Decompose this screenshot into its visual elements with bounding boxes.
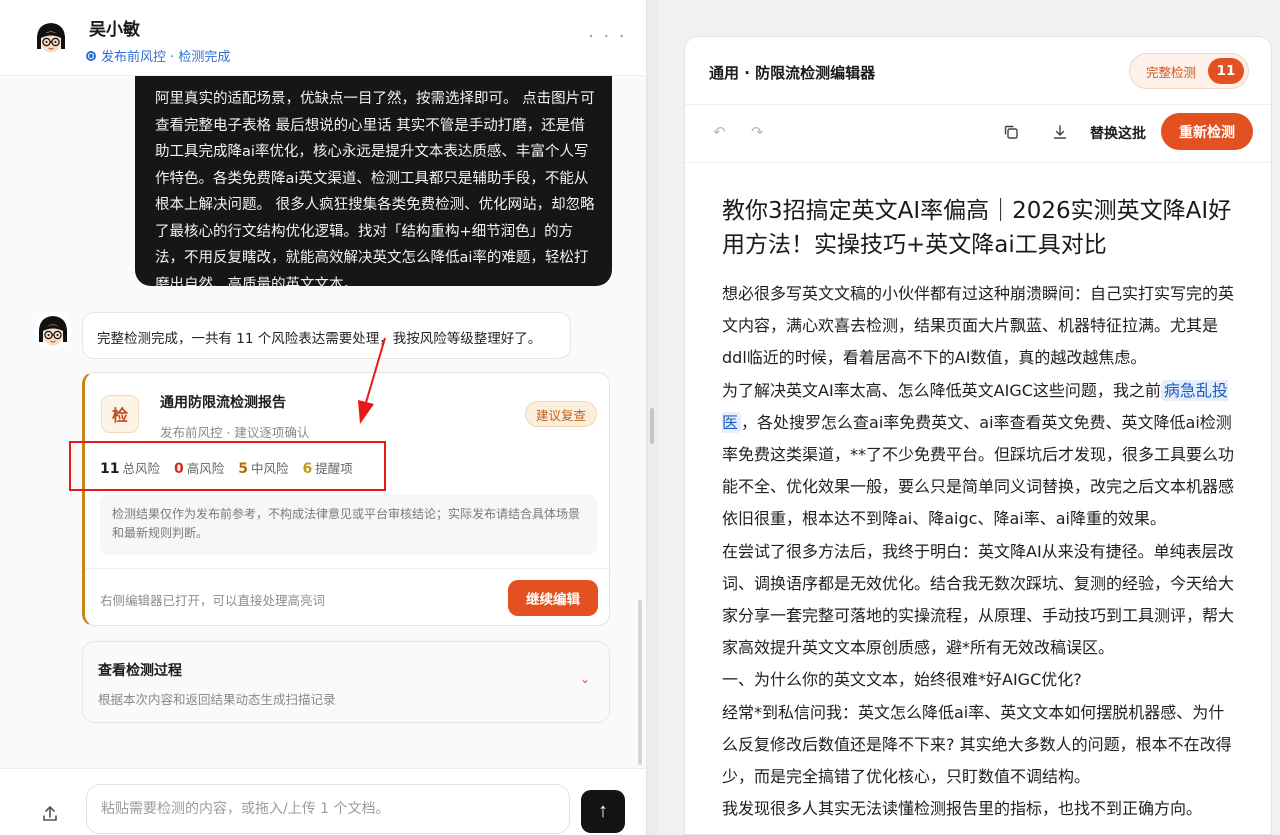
disclaimer-note: 检测结果仅作为发布前参考，不构成法律意见或平台审核结论；实际发布请结合具体场景和… <box>100 495 597 555</box>
detection-report-card: 检 通用防限流检测报告 发布前风控 · 建议逐项确认 建议复查 11 总风险 0… <box>82 372 610 626</box>
contact-name: 吴小敏 <box>89 20 140 40</box>
status-dot-icon <box>86 50 96 61</box>
continue-editing-button[interactable]: 继续编辑 <box>508 580 598 616</box>
stat-medium-label: 中风险 <box>251 461 289 476</box>
scrollbar[interactable] <box>638 600 642 765</box>
stat-total-value: 11 <box>100 461 120 477</box>
send-button[interactable]: ↑ <box>581 790 625 833</box>
stat-reminder: 6 提醒项 <box>303 458 353 477</box>
document-title[interactable]: 教你3招搞定英文AI率偏高｜2026实测英文降AI好用方法！实操技巧+英文降ai… <box>722 194 1242 262</box>
chat-header: 吴小敏 发布前风控 · 检测完成 · · · <box>0 0 646 76</box>
stat-high-label: 高风险 <box>186 461 225 476</box>
paragraph: 一、为什么你的英文文本，始终很难*好AIGC优化? <box>722 670 1082 690</box>
divider <box>85 568 609 569</box>
more-options-icon[interactable]: · · · <box>588 26 627 47</box>
stat-medium: 5 中风险 <box>238 458 288 477</box>
editor-opened-note: 右侧编辑器已打开，可以直接处理高亮词 <box>100 593 326 608</box>
chat-pane: 阿里真实的适配场景，优缺点一目了然，按需选择即可。 点击图片可查看完整电子表格 … <box>0 0 646 835</box>
process-subtitle: 根据本次内容和返回结果动态生成扫描记录 <box>98 692 336 707</box>
stat-reminder-label: 提醒项 <box>315 461 353 476</box>
full-check-label: 完整检测 <box>1146 64 1197 80</box>
risk-stats: 11 总风险 0 高风险 5 中风险 6 提醒项 <box>100 458 363 477</box>
copy-icon[interactable] <box>1002 123 1020 141</box>
paragraph: 经常*到私信问我：英文怎么降低ai率、英文文本如何摆脱机器感、为什么反复修改后数… <box>722 702 1232 787</box>
assistant-message: 完整检测完成，一共有 11 个风险表达需要处理，我按风险等级整理好了。 <box>82 312 571 359</box>
avatar <box>34 312 72 350</box>
full-check-badge[interactable]: 完整检测 11 <box>1129 53 1249 89</box>
full-check-count: 11 <box>1208 58 1244 84</box>
review-badge: 建议复查 <box>525 401 598 427</box>
report-title: 通用防限流检测报告 <box>160 395 286 411</box>
replace-batch-button[interactable]: 替换这批 <box>1090 123 1146 143</box>
paragraph: 想必很多写英文文稿的小伙伴都有过这种崩溃瞬间：自己实打实写完的英文内容，满心欢喜… <box>722 284 1235 368</box>
chevron-down-icon[interactable]: ⌄ <box>580 672 590 686</box>
paragraph: 我发现很多人其实无法读懂检测报告里的指标，也找不到正确方向。 <box>722 799 1203 819</box>
stat-medium-value: 5 <box>238 461 249 477</box>
user-message-bubble: 阿里真实的适配场景，优缺点一目了然，按需选择即可。 点击图片可查看完整电子表格 … <box>135 40 612 286</box>
stat-total: 11 总风险 <box>100 458 160 477</box>
report-subtitle: 发布前风控 · 建议逐项确认 <box>160 425 310 440</box>
avatar-girl-icon <box>34 312 72 350</box>
paragraph: 为了解决英文AI率太高、怎么降低英文AIGC这些问题，我之前 病急乱投医 ，各处搜罗… <box>722 375 1236 536</box>
process-title: 查看检测过程 <box>98 663 182 679</box>
undo-icon[interactable]: ↶ <box>713 123 726 141</box>
report-icon: 检 <box>101 395 139 433</box>
pane-splitter[interactable] <box>646 0 658 835</box>
status-line: 发布前风控 · 检测完成 <box>86 46 230 65</box>
recheck-button[interactable]: 重新检测 <box>1161 113 1253 150</box>
stat-reminder-value: 6 <box>302 461 313 477</box>
download-icon[interactable] <box>1051 123 1069 141</box>
stat-total-label: 总风险 <box>122 461 160 476</box>
avatar-girl-icon <box>32 19 70 57</box>
message-input[interactable] <box>86 784 570 834</box>
document-body[interactable]: 想必很多写英文文稿的小伙伴都有过这种崩溃瞬间：自己实打实写完的英文内容，满心欢喜… <box>722 278 1236 825</box>
paragraph: 在尝试了很多方法后，我终于明白：英文降AI从来没有捷径。单纯表层改词、调换语序都… <box>722 541 1235 658</box>
view-process-card[interactable]: 查看检测过程 根据本次内容和返回结果动态生成扫描记录 ⌄ <box>82 641 610 723</box>
editor-pane: 通用 · 防限流检测编辑器 完整检测 11 ↶ ↷ 替换这批 重新检测 教你3招… <box>684 36 1272 835</box>
divider <box>685 104 1271 105</box>
editor-title: 通用 · 防限流检测编辑器 <box>709 64 876 82</box>
status-text: 发布前风控 · 检测完成 <box>101 50 231 65</box>
stat-high: 0 高风险 <box>174 458 224 477</box>
arrow-up-icon: ↑ <box>598 800 608 822</box>
paragraph-text: ，各处搜罗怎么查ai率免费英文、ai率查看英文免费、英文降低ai检测率免费这类渠… <box>722 412 1235 529</box>
stat-high-value: 0 <box>174 461 184 477</box>
upload-icon[interactable] <box>40 804 60 824</box>
redo-icon[interactable]: ↷ <box>751 123 764 141</box>
avatar[interactable] <box>32 19 70 57</box>
divider <box>685 162 1271 163</box>
paragraph-text: 为了解决英文AI率太高、怎么降低英文AIGC这些问题，我之前 <box>722 380 1161 400</box>
drag-handle-icon[interactable] <box>650 408 654 444</box>
